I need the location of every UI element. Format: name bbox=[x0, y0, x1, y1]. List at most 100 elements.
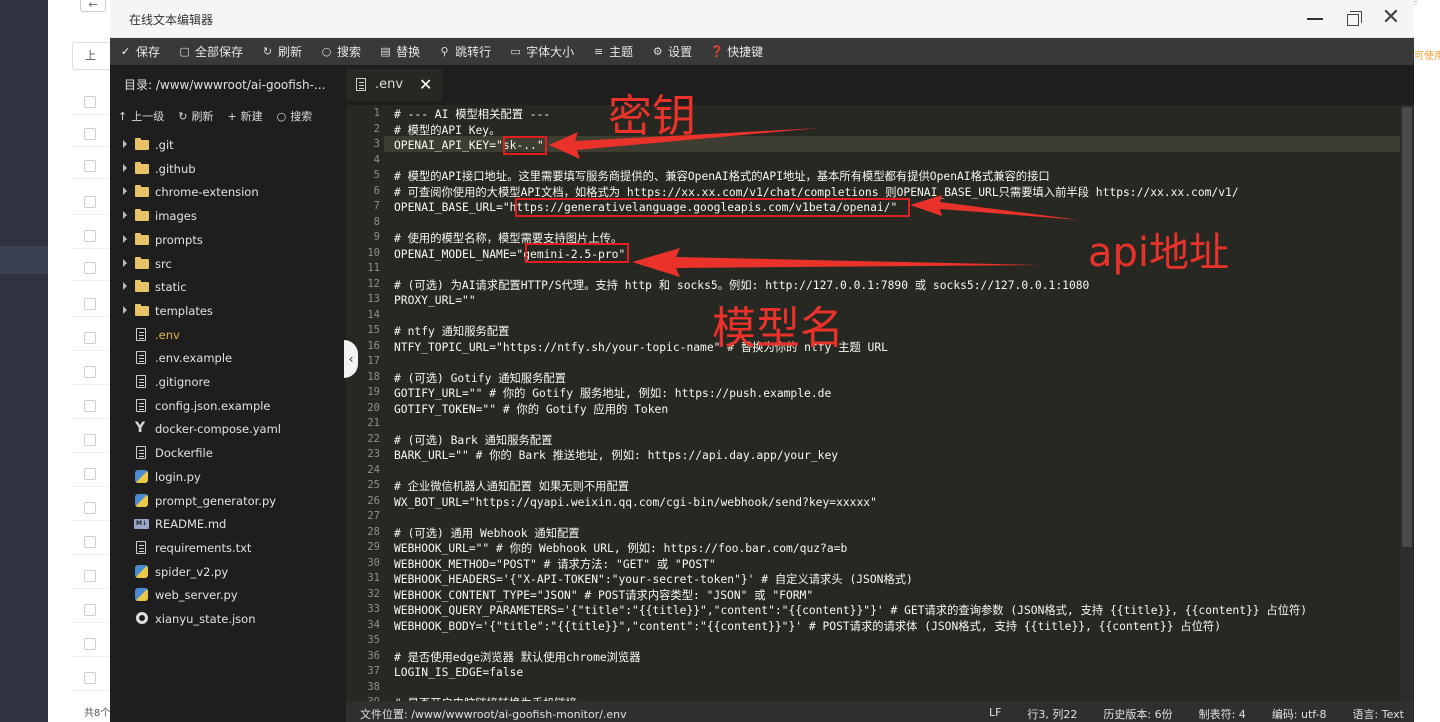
file-tree-item[interactable]: prompt_generator.py bbox=[110, 489, 346, 513]
code-line[interactable]: NTFY_TOPIC_URL="https://ntfy.sh/your-top… bbox=[394, 340, 888, 356]
code-line[interactable]: # (可选) 为AI请求配置HTTP/S代理。支持 http 和 socks5。… bbox=[394, 278, 1089, 294]
code-line[interactable]: WEBHOOK_METHOD="POST" # 请求方法: "GET" 或 "P… bbox=[394, 557, 716, 573]
window-titlebar[interactable]: 在线文本编辑器 ✕ bbox=[110, 0, 1414, 38]
code-line[interactable]: WEBHOOK_QUERY_PARAMETERS='{"title":"{{ti… bbox=[394, 603, 1307, 619]
code-line[interactable]: LOGIN_IS_EDGE=false bbox=[394, 665, 523, 681]
chevron-right-icon[interactable] bbox=[123, 258, 127, 267]
file-tree-item[interactable]: .github bbox=[110, 157, 346, 181]
status-line-ending[interactable]: LF bbox=[989, 706, 1001, 722]
code-line[interactable]: # 企业微信机器人通知配置 如果无则不用配置 bbox=[394, 479, 629, 495]
code-line[interactable]: WEBHOOK_URL="" # 你的 Webhook URL, 例如: htt… bbox=[394, 541, 847, 557]
close-button[interactable]: ✕ bbox=[1378, 6, 1404, 32]
code-line[interactable]: GOTIFY_URL="" # 你的 Gotify 服务地址, 例如: http… bbox=[394, 386, 831, 402]
save-button[interactable]: ✓ 保存 bbox=[110, 38, 169, 65]
file-tree-item[interactable]: login.py bbox=[110, 465, 346, 489]
background-right-link[interactable]: 可使用 bbox=[1414, 47, 1440, 62]
background-row-checkbox[interactable] bbox=[84, 366, 96, 378]
code-line[interactable]: # 是否使用edge浏览器 默认使用chrome浏览器 bbox=[394, 650, 641, 666]
background-row-checkbox[interactable] bbox=[84, 468, 96, 480]
code-line[interactable]: GOTIFY_TOKEN="" # 你的 Gotify 应用的 Token bbox=[394, 402, 668, 418]
chevron-right-icon[interactable] bbox=[123, 140, 127, 148]
background-row-checkbox[interactable] bbox=[84, 502, 96, 514]
status-language[interactable]: 语言: Text bbox=[1353, 706, 1404, 722]
status-tab-size[interactable]: 制表符: 4 bbox=[1199, 706, 1246, 722]
file-tree-item[interactable]: .env bbox=[110, 323, 346, 347]
search-button[interactable]: ○ 搜索 bbox=[311, 38, 370, 65]
status-cursor-position[interactable]: 行3, 列22 bbox=[1027, 706, 1077, 722]
code-line[interactable]: # (可选) Bark 通知服务配置 bbox=[394, 433, 552, 449]
file-tree-item[interactable]: M↓ README.md bbox=[110, 512, 346, 536]
file-tree-item[interactable]: chrome-extension bbox=[110, 180, 346, 204]
background-row-checkbox[interactable] bbox=[84, 536, 96, 548]
chevron-right-icon[interactable] bbox=[123, 305, 127, 314]
theme-button[interactable]: ≡ 主题 bbox=[583, 38, 642, 65]
up-level-button[interactable]: ↑ 上一级 bbox=[110, 105, 170, 127]
code-line[interactable]: WX_BOT_URL="https://qyapi.weixin.qq.com/… bbox=[394, 495, 877, 511]
code-line[interactable]: # ntfy 通知服务配置 bbox=[394, 324, 509, 340]
code-line[interactable]: WEBHOOK_BODY='{"title":"{{title}}","cont… bbox=[394, 619, 1221, 635]
font-size-button[interactable]: ▭ 字体大小 bbox=[500, 38, 583, 65]
maximize-button[interactable] bbox=[1340, 6, 1366, 32]
background-row-checkbox[interactable] bbox=[84, 604, 96, 616]
code-line[interactable]: # --- AI 模型相关配置 --- bbox=[394, 107, 550, 123]
background-row-checkbox[interactable] bbox=[84, 128, 96, 140]
file-tree-item[interactable]: templates bbox=[110, 299, 346, 323]
status-history[interactable]: 历史版本: 6份 bbox=[1103, 706, 1172, 722]
background-row-checkbox[interactable] bbox=[84, 434, 96, 446]
code-line[interactable]: # 模型的API接口地址。这里需要填写服务商提供的、兼容OpenAI格式的API… bbox=[394, 169, 1050, 185]
code-line[interactable]: # (可选) Gotify 通知服务配置 bbox=[394, 371, 566, 387]
background-row-checkbox[interactable] bbox=[84, 672, 96, 684]
background-upload-button[interactable]: 上 bbox=[72, 42, 112, 70]
file-tree-item[interactable]: images bbox=[110, 204, 346, 228]
chevron-right-icon[interactable] bbox=[123, 163, 127, 172]
code-line[interactable]: OPENAI_BASE_URL="https://generativelangu… bbox=[394, 200, 897, 216]
status-encoding[interactable]: 编码: utf-8 bbox=[1272, 706, 1327, 722]
file-tree-item[interactable]: web_server.py bbox=[110, 583, 346, 607]
code-line[interactable]: OPENAI_MODEL_NAME="gemini-2.5-pro" bbox=[394, 247, 625, 263]
tab-close-icon[interactable]: ✕ bbox=[419, 75, 432, 94]
replace-button[interactable]: ▤ 替换 bbox=[370, 38, 429, 65]
tab-env[interactable]: .env ✕ bbox=[346, 69, 442, 101]
file-tree-item[interactable]: .git bbox=[110, 133, 346, 157]
code-editor[interactable]: 1 2 3 4 5 6 7 8 9 10 11 12 13 14 15 16 17 18 19 20 21 22 23 24 2… bbox=[346, 105, 1414, 701]
goto-line-button[interactable]: ⚲ 跳转行 bbox=[429, 38, 500, 65]
background-row-checkbox[interactable] bbox=[84, 400, 96, 412]
background-row-checkbox[interactable] bbox=[84, 638, 96, 650]
shortcuts-button[interactable]: ❓ 快捷键 bbox=[701, 38, 772, 65]
background-row-checkbox[interactable] bbox=[84, 196, 96, 208]
minimize-button[interactable] bbox=[1302, 6, 1328, 32]
file-tree-item[interactable]: Dockerfile bbox=[110, 441, 346, 465]
background-row-checkbox[interactable] bbox=[84, 262, 96, 274]
background-back-button[interactable]: ← bbox=[80, 0, 106, 12]
background-row-checkbox[interactable] bbox=[84, 160, 96, 172]
code-line[interactable]: # (可选) 通用 Webhook 通知配置 bbox=[394, 526, 580, 542]
background-row-checkbox[interactable] bbox=[84, 96, 96, 108]
file-tree-item[interactable]: Ydocker-compose.yaml bbox=[110, 417, 346, 441]
background-row-checkbox[interactable] bbox=[84, 332, 96, 344]
new-file-button[interactable]: + 新建 bbox=[219, 105, 268, 127]
file-tree-item[interactable]: prompts bbox=[110, 228, 346, 252]
file-tree-item[interactable]: xianyu_state.json bbox=[110, 607, 346, 631]
code-line[interactable]: PROXY_URL="" bbox=[394, 293, 476, 309]
background-row-checkbox[interactable] bbox=[84, 230, 96, 242]
sidebar-refresh-button[interactable]: ↻ 刷新 bbox=[170, 105, 219, 127]
code-line[interactable]: OPENAI_API_KEY="sk-.." bbox=[394, 138, 544, 154]
chevron-right-icon[interactable] bbox=[123, 234, 127, 243]
file-tree-item[interactable]: src bbox=[110, 252, 346, 276]
code-line[interactable]: BARK_URL="" # 你的 Bark 推送地址, 例如: https://… bbox=[394, 448, 838, 464]
refresh-button[interactable]: ↻ 刷新 bbox=[252, 38, 311, 65]
save-all-button[interactable]: ▢ 全部保存 bbox=[169, 38, 252, 65]
file-tree-item[interactable]: static bbox=[110, 275, 346, 299]
code-line[interactable]: WEBHOOK_CONTENT_TYPE="JSON" # POST请求内容类型… bbox=[394, 588, 813, 604]
background-row-checkbox[interactable] bbox=[84, 298, 96, 310]
file-tree-item[interactable]: config.json.example bbox=[110, 394, 346, 418]
chevron-right-icon[interactable] bbox=[123, 211, 127, 220]
chevron-right-icon[interactable] bbox=[123, 282, 127, 291]
file-tree-item[interactable]: requirements.txt bbox=[110, 536, 346, 560]
chevron-right-icon[interactable] bbox=[123, 187, 127, 196]
code-line[interactable]: # 可查阅你使用的大模型API文档，如格式为 https://xx.xx.com… bbox=[394, 185, 1239, 201]
code-line[interactable]: # 模型的API Key。 bbox=[394, 123, 500, 139]
background-row-checkbox[interactable] bbox=[84, 570, 96, 582]
file-tree-item[interactable]: .env.example bbox=[110, 346, 346, 370]
code-line[interactable]: # 使用的模型名称，模型需要支持图片上传。 bbox=[394, 231, 622, 247]
